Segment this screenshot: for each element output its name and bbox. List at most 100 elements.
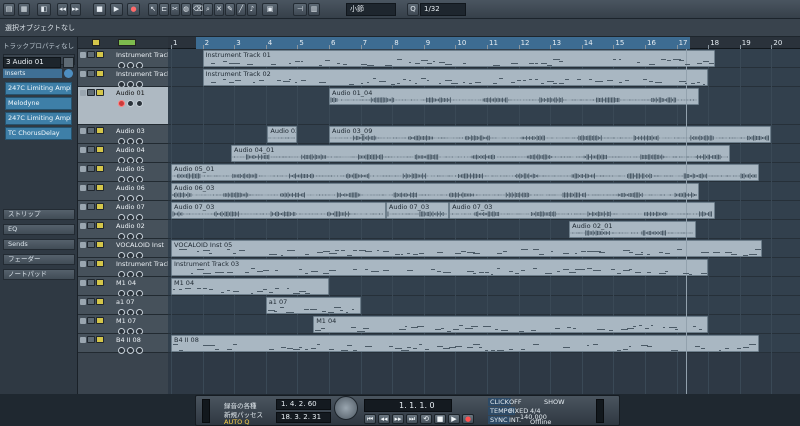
track-lane[interactable] [168, 220, 800, 239]
track-name[interactable]: VOCALOID Inst [116, 241, 168, 249]
mute-button[interactable] [87, 203, 95, 210]
track-name[interactable]: Audio 01 [116, 89, 168, 97]
monitor-button[interactable] [127, 100, 134, 107]
midi-part[interactable]: VOCALOID Inst 05 [171, 240, 762, 257]
section-notepad[interactable]: ノートパッド [3, 269, 75, 280]
inserts-label[interactable]: Inserts [3, 69, 62, 78]
record-enable-button[interactable] [118, 347, 125, 354]
forward-button[interactable]: ▸▸ [70, 3, 81, 16]
mute-button[interactable] [87, 70, 95, 77]
mute-button[interactable] [87, 184, 95, 191]
section-eq[interactable]: EQ [3, 224, 75, 235]
audio-event[interactable]: Audio 01_04 [329, 88, 699, 105]
mute-button[interactable] [87, 51, 95, 58]
track-name[interactable]: Instrument Track 01 [116, 51, 168, 59]
click-label[interactable]: CLICK [488, 398, 511, 406]
go-to-end-button[interactable]: ⏭ [406, 414, 418, 424]
track-name[interactable]: Audio 03 [116, 127, 168, 135]
cycle-button[interactable]: ⟲ [420, 414, 432, 424]
global-mute-indicator[interactable] [92, 39, 100, 46]
stop-button[interactable]: ■ [93, 3, 106, 16]
track-row[interactable]: Instrument Track 01 [78, 49, 168, 69]
solo-button[interactable] [96, 51, 104, 58]
insert-slot-2[interactable]: Melodyne [5, 97, 72, 110]
track-name[interactable]: a1 07 [116, 298, 168, 306]
left-locator-display[interactable]: 1. 4. 2. 60 [276, 399, 331, 410]
audio-event[interactable]: Audio 07_03 [385, 202, 450, 219]
track-row[interactable]: Audio 01 [78, 87, 168, 125]
insert-slot-3[interactable]: 247C Limiting Amplifie [5, 112, 72, 125]
track-lane[interactable] [168, 296, 800, 315]
mute-button[interactable] [87, 222, 95, 229]
solo-button[interactable] [96, 127, 104, 134]
mute-button[interactable] [87, 260, 95, 267]
mute-button[interactable] [87, 127, 95, 134]
audio-event[interactable]: Audio 04_01 [231, 145, 731, 162]
track-row[interactable]: Audio 05 [78, 163, 168, 183]
audio-event[interactable]: Audio 03_09 [329, 126, 772, 143]
mute-tool-icon[interactable]: ✕ [214, 3, 224, 16]
solo-button[interactable] [96, 317, 104, 324]
insert-slot-4[interactable]: TC ChorusDelay [5, 127, 72, 140]
inspector-track-name[interactable]: 3 Audio 01 [3, 57, 61, 68]
window-layout-button[interactable]: ▤ [3, 3, 15, 16]
draw-tool-icon[interactable]: ✎ [225, 3, 235, 16]
track-row[interactable]: Audio 03 [78, 125, 168, 145]
snap-grid-icon[interactable]: ▥ [308, 3, 320, 16]
track-row[interactable]: a1 07 [78, 296, 168, 316]
track-row[interactable]: Audio 07 [78, 201, 168, 221]
solo-button[interactable] [96, 279, 104, 286]
inserts-power-icon[interactable] [64, 69, 73, 78]
midi-part[interactable]: Instrument Track 01 [202, 50, 715, 67]
insert-slot-1[interactable]: 247C Limiting Amplifie [5, 82, 72, 95]
mute-button[interactable] [87, 146, 95, 153]
glue-tool-icon[interactable]: ◍ [181, 3, 191, 16]
project-window[interactable]: Instrument Track 01 Instrument Track 02 Au… [168, 49, 800, 394]
track-name[interactable]: M1 04 [116, 279, 168, 287]
solo-button[interactable] [96, 184, 104, 191]
track-row[interactable]: Audio 04 [78, 144, 168, 164]
track-name[interactable]: Audio 05 [116, 165, 168, 173]
mute-button[interactable] [87, 241, 95, 248]
track-name[interactable]: Instrument Track [116, 70, 168, 78]
track-name[interactable]: Audio 07 [116, 203, 168, 211]
track-row[interactable]: Instrument Track [78, 258, 168, 278]
time-base-select[interactable]: 小節 [346, 3, 396, 16]
window-zone-button[interactable]: ▦ [18, 3, 30, 16]
audio-event[interactable]: Audio 07_03 [449, 202, 715, 219]
section-strip[interactable]: ストリップ [3, 209, 75, 220]
record-enable-button[interactable] [118, 100, 125, 107]
color-menu-button[interactable]: ▣ [262, 3, 278, 16]
solo-button[interactable] [96, 336, 104, 343]
forward-transport-button[interactable]: ▸▸ [392, 414, 404, 424]
play-tool-icon[interactable]: ♪ [247, 3, 257, 16]
section-sends[interactable]: Sends [3, 239, 75, 250]
solo-button[interactable] [96, 241, 104, 248]
midi-part[interactable]: M1 04 [313, 316, 709, 333]
object-select-tool-icon[interactable]: ↖ [148, 3, 158, 16]
zoom-tool-icon[interactable]: ⌕ [203, 3, 213, 16]
mute-button[interactable] [87, 336, 95, 343]
quantize-icon[interactable]: Q [407, 3, 419, 16]
show-label[interactable]: SHOW [544, 398, 565, 406]
mute-button[interactable] [87, 279, 95, 286]
solo-button[interactable] [96, 89, 104, 96]
audio-event[interactable]: Audio 05_01 [171, 164, 759, 181]
track-name[interactable]: Instrument Track [116, 260, 168, 268]
audio-event[interactable]: Audio 06_03 [171, 183, 699, 200]
global-read-write-indicator[interactable] [118, 39, 136, 46]
solo-button[interactable] [96, 203, 104, 210]
track-row[interactable]: VOCALOID Inst [78, 239, 168, 259]
split-tool-icon[interactable]: ✂ [170, 3, 180, 16]
solo-button[interactable] [96, 146, 104, 153]
read-automation-button[interactable] [136, 347, 143, 354]
record-button[interactable]: ● [127, 3, 140, 16]
go-to-start-button[interactable]: ⏮ [364, 414, 376, 424]
erase-tool-icon[interactable]: ⌫ [192, 3, 203, 16]
jog-wheel[interactable] [334, 396, 358, 420]
sync-label[interactable]: SYNC [488, 416, 510, 424]
track-row[interactable]: B4 II 08 [78, 334, 168, 354]
right-locator-display[interactable]: 18. 3. 2. 31 [276, 412, 331, 423]
monitor-button[interactable] [127, 347, 134, 354]
audio-event[interactable]: Audio 03_ [267, 126, 298, 143]
